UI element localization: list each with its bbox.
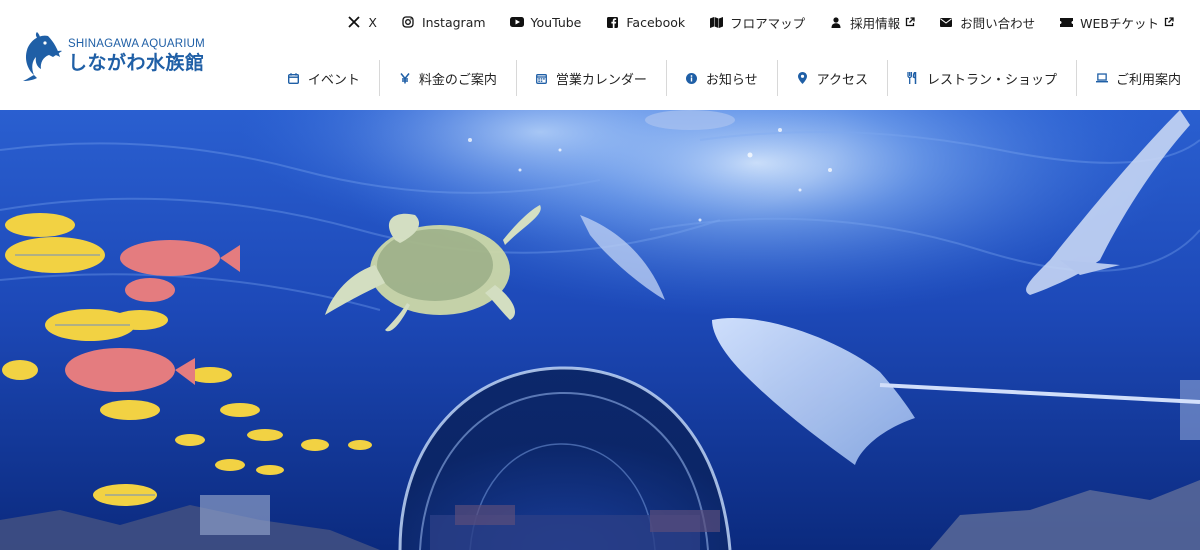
nav-item-business-calendar[interactable]: 営業カレンダー <box>515 60 666 96</box>
external-link-icon <box>905 17 915 27</box>
top-link-web-ticket[interactable]: WEBチケット <box>1059 13 1174 32</box>
info-icon <box>686 72 698 84</box>
yen-icon <box>399 72 411 84</box>
nav-item-label: お知らせ <box>705 72 758 88</box>
nav-item-restaurant-shop[interactable]: レストラン・ショップ <box>886 60 1076 96</box>
top-link-contact[interactable]: お問い合わせ <box>939 13 1035 32</box>
top-link-facebook[interactable]: Facebook <box>605 15 685 30</box>
nav-item-guide[interactable]: ご利用案内 <box>1075 60 1200 96</box>
top-link-label: Facebook <box>626 14 686 30</box>
mail-icon <box>939 15 953 29</box>
nav-item-label: 料金のご案内 <box>418 72 497 88</box>
nav-item-events[interactable]: イベント <box>269 60 379 96</box>
nav-item-label: アクセス <box>816 72 868 88</box>
calendar-grid-icon <box>536 72 548 84</box>
top-link-label: お問い合わせ <box>960 15 1036 31</box>
utility-links: X Instagram YouTube Facebook フロアマップ 採用情報… <box>347 12 1174 32</box>
top-link-label: Instagram <box>421 14 486 30</box>
map-icon <box>709 15 723 29</box>
external-link-icon <box>1164 17 1174 27</box>
nav-item-news[interactable]: お知らせ <box>665 60 777 96</box>
location-pin-icon <box>797 72 809 84</box>
instagram-icon <box>401 15 415 29</box>
person-icon <box>829 15 843 29</box>
nav-item-access[interactable]: アクセス <box>776 60 887 96</box>
top-link-label: 採用情報 <box>850 15 901 31</box>
top-link-instagram[interactable]: Instagram <box>401 15 486 30</box>
main-navigation: イベント 料金のご案内 営業カレンダー お知らせ アクセス レストラン・ショップ… <box>269 60 1200 96</box>
top-link-label: フロアマップ <box>730 15 806 31</box>
laptop-icon <box>1095 72 1108 84</box>
calendar-icon <box>288 72 300 84</box>
top-link-floor-map[interactable]: フロアマップ <box>709 13 805 32</box>
nav-item-label: ご利用案内 <box>1115 72 1181 88</box>
logo-text: SHINAGAWA AQUARIUM しながわ水族館 <box>68 37 205 75</box>
youtube-icon <box>509 15 524 29</box>
nav-item-pricing[interactable]: 料金のご案内 <box>378 60 516 96</box>
facebook-icon <box>605 15 619 29</box>
restaurant-icon <box>907 72 919 84</box>
top-link-label: X <box>368 14 377 30</box>
nav-item-label: イベント <box>307 72 360 88</box>
logo-japanese: しながわ水族館 <box>68 51 205 74</box>
top-link-label: WEBチケット <box>1080 15 1159 31</box>
nav-item-label: 営業カレンダー <box>555 72 647 88</box>
site-header: SHINAGAWA AQUARIUM しながわ水族館 X Instagram Y… <box>0 0 1200 110</box>
site-logo[interactable]: SHINAGAWA AQUARIUM しながわ水族館 <box>20 28 210 83</box>
top-link-label: YouTube <box>530 14 582 30</box>
top-link-recruit[interactable]: 採用情報 <box>829 13 915 32</box>
dolphin-logo-icon <box>23 31 62 81</box>
x-icon <box>347 15 361 29</box>
ticket-icon <box>1059 15 1073 29</box>
top-link-youtube[interactable]: YouTube <box>509 14 582 30</box>
top-link-x[interactable]: X <box>347 15 377 30</box>
underwater-tunnel-illustration <box>0 110 1200 550</box>
hero-image <box>0 110 1200 550</box>
logo-english: SHINAGAWA AQUARIUM <box>68 37 205 50</box>
nav-item-label: レストラン・ショップ <box>926 72 1057 88</box>
